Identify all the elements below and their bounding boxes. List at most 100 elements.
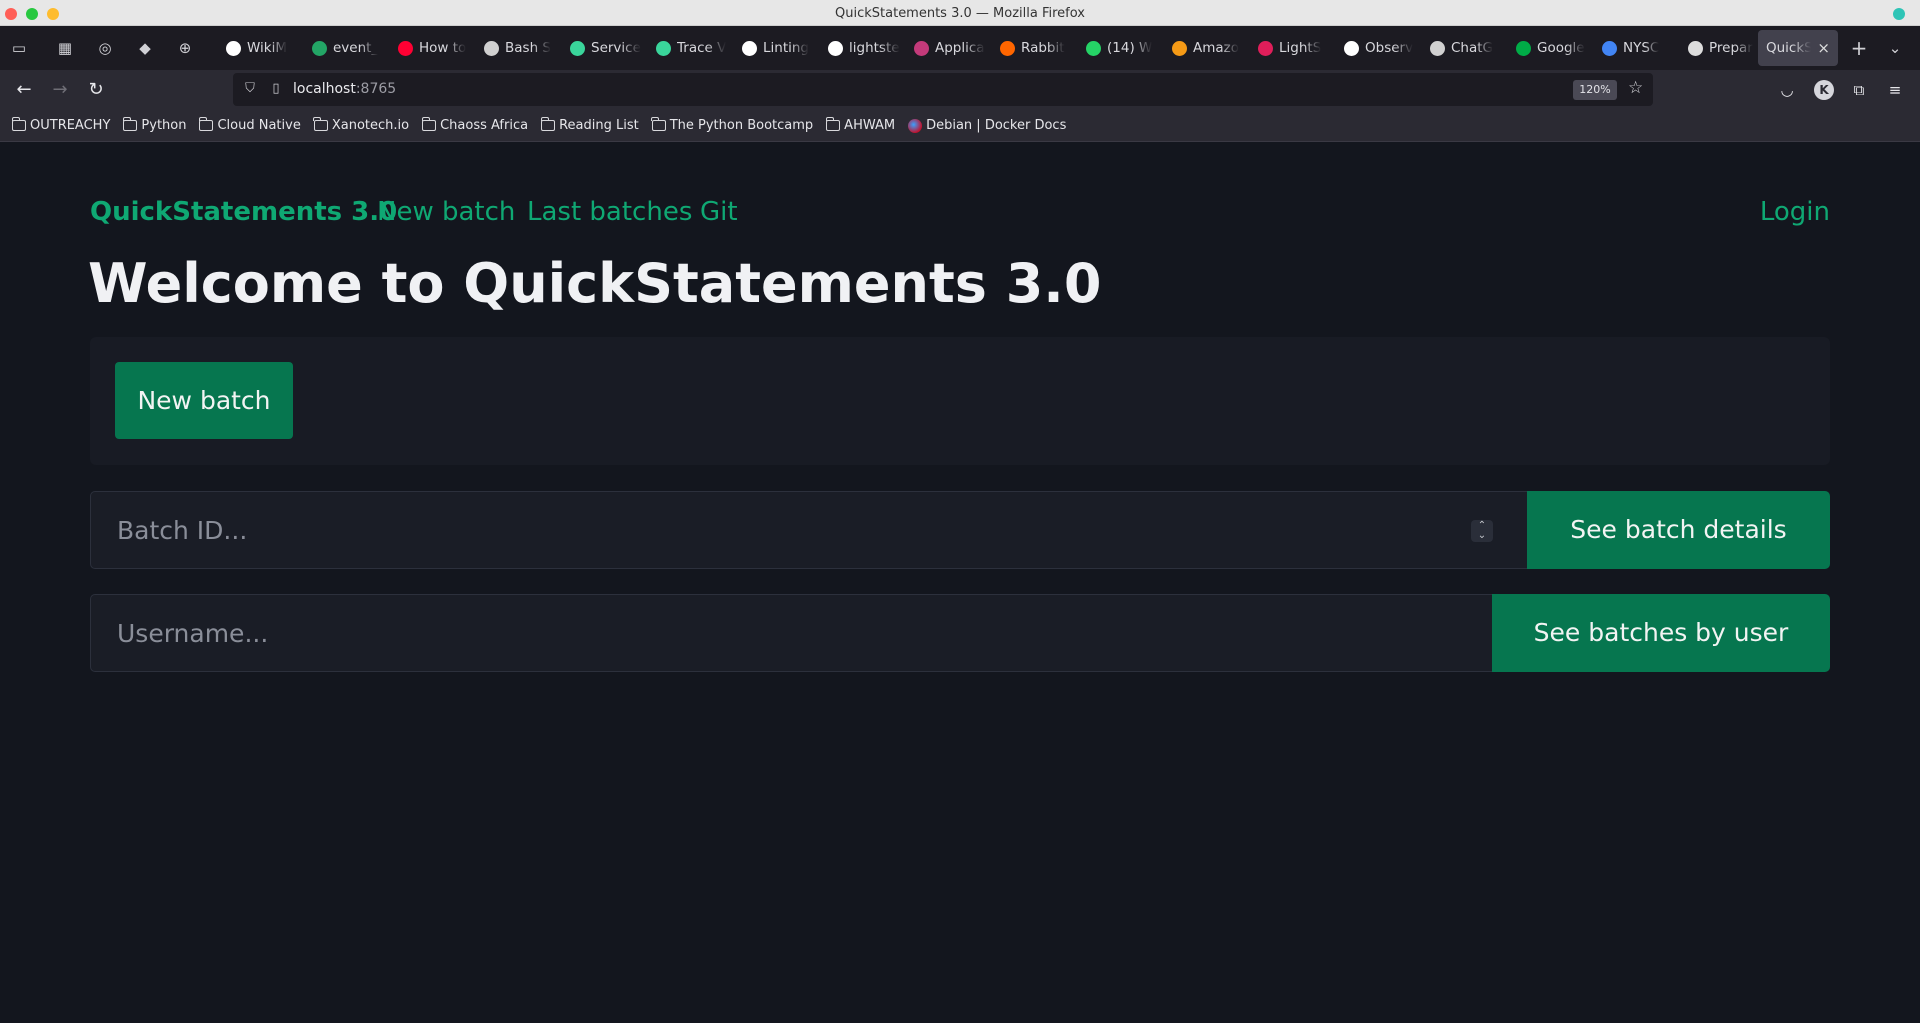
tab-item[interactable]: WikiM <box>216 30 302 66</box>
tracking-protection-shield-icon[interactable]: ⛉ <box>241 80 259 98</box>
new-batch-card: New batch <box>90 337 1830 465</box>
forward-arrow-icon[interactable]: → <box>47 77 73 103</box>
pocket-icon[interactable]: ◡ <box>1774 77 1800 103</box>
tab-item[interactable]: (14) W <box>1076 30 1162 66</box>
medium-icon <box>1344 40 1359 56</box>
bookmark-item[interactable]: Python <box>122 117 186 133</box>
page-title: Welcome to QuickStatements 3.0 <box>88 252 1102 315</box>
tab-item[interactable]: LightS <box>1248 30 1334 66</box>
tab-label: Applica <box>935 40 985 56</box>
batch-id-input[interactable] <box>91 492 1527 568</box>
login-link[interactable]: Login <box>1760 192 1830 232</box>
tab-item[interactable]: Service <box>560 30 646 66</box>
batch-id-form: ⌃⌄ See batch details <box>90 491 1830 569</box>
new-tab-icon[interactable]: + <box>1848 37 1870 59</box>
batch-id-field[interactable]: ⌃⌄ <box>90 491 1527 569</box>
folder-icon <box>651 117 666 131</box>
tab-label: LightS <box>1279 40 1322 56</box>
tab-label: Observ <box>1365 40 1414 56</box>
bookmark-item[interactable]: AHWAM <box>825 117 895 133</box>
bookmark-star-icon[interactable]: ☆ <box>1628 78 1643 98</box>
tab-item[interactable]: Observ <box>1334 30 1420 66</box>
page-info-icon[interactable]: ▯ <box>267 80 285 98</box>
brand-link[interactable]: QuickStatements 3.0 <box>90 192 397 232</box>
bookmark-item[interactable]: OUTREACHY <box>11 117 110 133</box>
tab-label: Amazo <box>1193 40 1240 56</box>
tab-item[interactable]: Trace V <box>646 30 732 66</box>
username-field[interactable] <box>90 594 1492 672</box>
url-host: localhost <box>293 81 356 97</box>
account-avatar[interactable]: K <box>1814 80 1834 100</box>
number-spinner-icon[interactable]: ⌃ ⌄ <box>1471 520 1493 542</box>
pinned-tab-calendar-icon[interactable]: ▦ <box>54 37 76 59</box>
new-batch-button[interactable]: New batch <box>115 362 293 439</box>
bookmark-item[interactable]: Cloud Native <box>198 117 301 133</box>
tab-item[interactable]: Rabbit <box>990 30 1076 66</box>
back-arrow-icon[interactable]: ← <box>11 77 37 103</box>
git-icon <box>742 40 757 56</box>
bookmark-item[interactable]: The Python Bootcamp <box>651 117 813 133</box>
github-icon <box>828 40 843 56</box>
list-all-tabs-icon[interactable]: ⌄ <box>1884 37 1906 59</box>
window-title: QuickStatements 3.0 — Mozilla Firefox <box>835 6 1085 21</box>
tab-item[interactable]: Bash S <box>474 30 560 66</box>
tab-item[interactable]: Amazo <box>1162 30 1248 66</box>
pinned-tab-app-icon[interactable]: ◆ <box>134 37 156 59</box>
bookmark-item[interactable]: Debian | Docker Docs <box>908 118 1066 133</box>
site-navbar: QuickStatements 3.0 New batch Last batch… <box>90 192 1830 232</box>
wiki-icon <box>1688 40 1703 56</box>
youtube-icon <box>398 40 413 56</box>
firefox-view-icon[interactable]: ▭ <box>8 37 30 59</box>
openai-icon <box>1430 40 1445 56</box>
url-bar[interactable]: ⛉ ▯ localhost:8765 120% ☆ <box>233 73 1653 106</box>
nav-git-link[interactable]: Git <box>700 192 738 232</box>
see-batch-details-button[interactable]: See batch details <box>1527 491 1830 569</box>
slack-icon <box>1258 40 1273 56</box>
window-titlebar: QuickStatements 3.0 — Mozilla Firefox <box>0 0 1920 26</box>
tab-quickstatements-active[interactable]: QuickSt × <box>1758 30 1838 66</box>
username-input[interactable] <box>91 595 1492 671</box>
bookmark-item[interactable]: Chaoss Africa <box>421 117 528 133</box>
see-batches-by-user-button[interactable]: See batches by user <box>1492 594 1830 672</box>
extensions-puzzle-icon[interactable]: ⧉ <box>1846 77 1872 103</box>
folder-icon <box>122 117 138 131</box>
active-tab-label: QuickSt <box>1766 40 1812 56</box>
pinned-tab-globe-icon[interactable]: ⊕ <box>174 37 196 59</box>
github-icon <box>226 40 241 56</box>
tab-item[interactable]: Prepar <box>1678 30 1764 66</box>
meet-icon <box>1516 40 1531 56</box>
tab-label: NYSC <box>1623 40 1660 56</box>
tab-label: How to <box>419 40 467 56</box>
tab-item[interactable]: Google <box>1506 30 1592 66</box>
triangle-icon <box>914 40 929 56</box>
url-port: :8765 <box>355 81 397 97</box>
openai-icon <box>484 40 499 56</box>
whatsapp-icon <box>1086 40 1101 56</box>
tab-label: (14) W <box>1107 40 1153 56</box>
bookmark-item[interactable]: Reading List <box>540 117 639 133</box>
folder-icon <box>421 117 437 131</box>
tab-item[interactable]: ChatG <box>1420 30 1506 66</box>
url-text[interactable]: localhost:8765 <box>293 73 396 106</box>
tab-item[interactable]: Applica <box>904 30 990 66</box>
navigation-toolbar: ← → ↻ ⛉ ▯ localhost:8765 120% ☆ ◡ K ⧉ ≡ <box>0 70 1920 110</box>
nav-new-batch-link[interactable]: New batch <box>377 192 515 232</box>
folder-icon <box>825 117 841 131</box>
nav-last-batches-link[interactable]: Last batches <box>527 192 692 232</box>
pinned-tab-search-icon[interactable]: ◎ <box>94 37 116 59</box>
hamburger-menu-icon[interactable]: ≡ <box>1882 77 1908 103</box>
reload-icon[interactable]: ↻ <box>83 77 109 103</box>
close-tab-icon[interactable]: × <box>1817 39 1830 57</box>
tab-label: Service <box>591 40 641 56</box>
tab-label: Rabbit <box>1021 40 1065 56</box>
tab-item[interactable]: NYSC <box>1592 30 1678 66</box>
tab-item[interactable]: event_ <box>302 30 388 66</box>
bookmark-item[interactable]: Xanotech.io <box>313 117 409 133</box>
tab-item[interactable]: Linting <box>732 30 818 66</box>
rabbitmq-icon <box>1000 40 1015 56</box>
tab-item[interactable]: How to <box>388 30 474 66</box>
lightstep-icon <box>570 40 585 56</box>
zoom-level-badge[interactable]: 120% <box>1573 80 1617 100</box>
tab-label: Linting <box>763 40 809 56</box>
tab-item[interactable]: lightste <box>818 30 904 66</box>
